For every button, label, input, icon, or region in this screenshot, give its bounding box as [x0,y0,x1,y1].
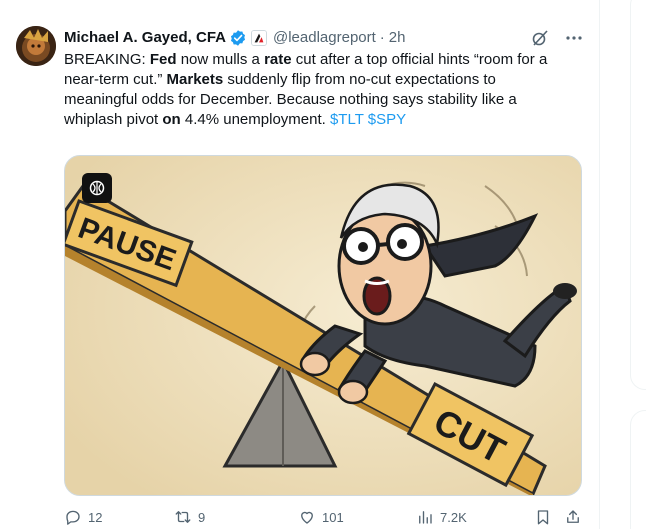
bookmark-icon [537,510,549,525]
sidebar-card [630,0,646,390]
retweet-count: 9 [198,509,206,525]
bookmark-button[interactable] [534,507,552,527]
text-segment: BREAKING: [64,51,150,68]
ai-generated-badge[interactable] [82,173,112,203]
verified-badge-icon [230,30,246,46]
text-bold-rate: rate [264,51,292,68]
separator-dot: · [379,29,385,46]
share-icon [567,510,579,523]
views-button[interactable]: 7.2K [416,507,467,527]
timeline-column: Michael A. Gayed, CFA @leadlagreport · 2… [0,0,600,529]
like-count: 101 [322,509,344,525]
cashtag-tlt[interactable]: $TLT [330,111,364,128]
right-sidebar [600,0,646,529]
reply-button[interactable]: 12 [64,507,102,527]
tweet-image[interactable]: PAUSE CUT [64,155,582,496]
author-handle[interactable]: @leadlagreport [273,28,376,48]
text-bold-markets: Markets [166,71,224,88]
more-options-icon[interactable] [564,28,584,48]
grok-badge-icon [89,180,105,196]
retweet-icon [175,511,191,523]
reply-icon [66,510,80,525]
tweet-header: Michael A. Gayed, CFA @leadlagreport · 2… [64,28,584,48]
share-button[interactable] [564,507,582,527]
text-bold-on: on [162,111,181,128]
sidebar-card [630,410,646,529]
text-bold-fed: Fed [149,51,177,68]
tweet-content: Michael A. Gayed, CFA @leadlagreport · 2… [64,28,584,525]
author-name[interactable]: Michael A. Gayed, CFA [64,28,226,48]
timestamp[interactable]: 2h [389,28,406,48]
header-actions [530,28,584,48]
cashtag-spy[interactable]: $SPY [368,111,406,128]
tweet-text: BREAKING: Fed now mulls a rate cut after… [64,50,569,130]
views-count: 7.2K [440,509,467,525]
tweet-actions: 12 9 101 7.2K [64,507,584,527]
avatar[interactable] [16,26,56,66]
views-chart-icon [419,511,432,524]
retweet-button[interactable]: 9 [174,507,205,527]
affiliate-logo-icon[interactable] [251,30,267,46]
like-button[interactable]: 101 [298,507,344,527]
text-segment: now mulls a [176,51,265,68]
text-segment: 4.4% unemployment. [180,111,330,128]
grok-icon[interactable] [530,28,550,48]
reply-count: 12 [88,509,103,525]
heart-icon [301,511,313,524]
